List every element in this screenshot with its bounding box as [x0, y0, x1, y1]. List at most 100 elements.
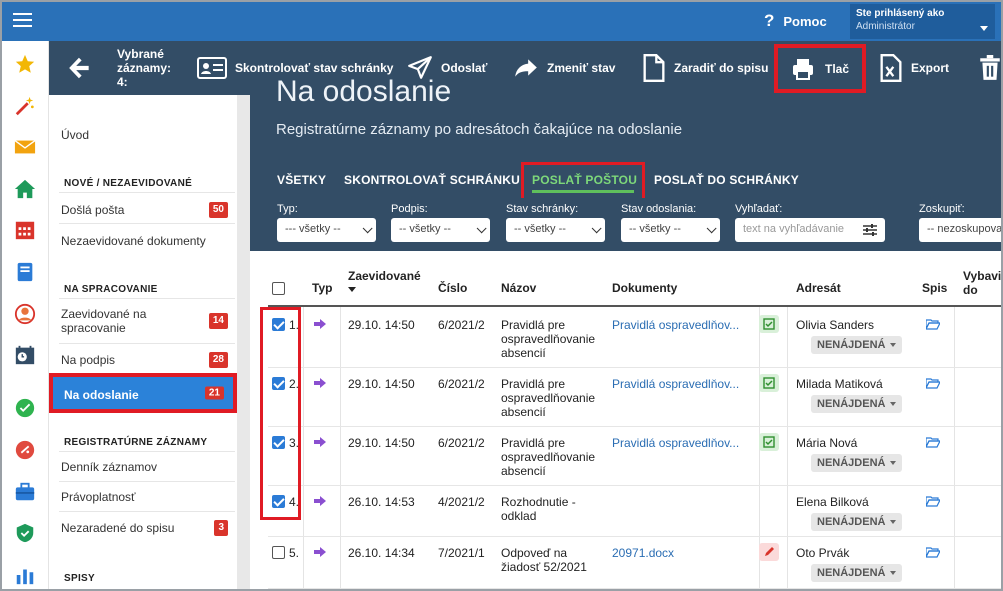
delete-button[interactable] — [979, 41, 1001, 95]
change-state-button[interactable]: Zmeniť stav — [513, 41, 615, 95]
sidebar-item-unfiled[interactable]: Nezaradené do spisu 3 — [61, 520, 233, 536]
chevron-down-icon — [890, 520, 897, 525]
table-row[interactable]: 3. 29.10. 14:50 6/2021/2 Pravidlá pre osprav… — [268, 427, 1001, 486]
header-label: Zaevidované — [348, 269, 421, 283]
stamp-icon[interactable] — [14, 439, 36, 461]
file-to-folder-button[interactable]: Zaradiť do spisu — [642, 41, 768, 95]
record-name[interactable]: Pravidlá pre ospravedlňovanie absencií — [501, 436, 595, 478]
folder-open-icon[interactable] — [926, 437, 940, 448]
folder-open-icon[interactable] — [926, 378, 940, 389]
selected-label: Vybrané — [117, 47, 164, 61]
sidebar-item-intro[interactable]: Úvod — [61, 128, 233, 142]
mailbox-status-dropdown[interactable]: NENÁJDENÁ — [811, 454, 903, 472]
star-icon[interactable] — [14, 53, 36, 75]
menu-icon[interactable] — [13, 12, 33, 28]
sidebar-item-unregistered[interactable]: Nezaevidované dokumenty — [61, 234, 233, 248]
filter-label: Zoskupiť: — [919, 203, 965, 215]
print-button[interactable]: Tlač — [774, 44, 866, 93]
sidebar-item-validity[interactable]: Právoplatnosť — [61, 490, 233, 504]
bar-chart-icon[interactable] — [14, 564, 36, 586]
chevron-down-icon — [591, 223, 602, 234]
filter-group: Zoskupiť: -- nezoskupovať -- — [919, 203, 1001, 242]
check-circle-icon[interactable] — [14, 397, 36, 419]
record-number[interactable]: 6/2021/2 — [438, 377, 485, 391]
export-button[interactable]: Export — [879, 41, 949, 95]
group-select[interactable]: -- nezoskupovať -- — [919, 218, 1001, 242]
column-header-file[interactable]: Spis — [922, 281, 947, 295]
magic-wand-icon[interactable] — [14, 95, 36, 117]
tab-check-mailbox[interactable]: SKONTROLOVAŤ SCHRÁNKU — [344, 173, 520, 187]
document-link[interactable]: Pravidlá ospravedlňov... — [612, 377, 739, 391]
user-icon[interactable] — [14, 303, 36, 325]
briefcase-icon[interactable] — [14, 481, 36, 503]
record-number[interactable]: 6/2021/2 — [438, 436, 485, 450]
home-icon[interactable] — [14, 178, 36, 200]
tab-send-by-post[interactable]: POSLAŤ POŠTOU — [521, 162, 645, 202]
column-header-documents[interactable]: Dokumenty — [612, 281, 677, 295]
column-header-addressee[interactable]: Adresát — [796, 281, 841, 295]
sidebar-item-incoming[interactable]: Došlá pošta 50 — [61, 202, 233, 218]
table-row[interactable]: 4. 26.10. 14:53 4/2021/2 Rozhodnutie - odkla… — [268, 486, 1001, 537]
record-number[interactable]: 6/2021/2 — [438, 318, 485, 332]
sidebar-item-to-send[interactable]: Na odoslanie 21 — [49, 373, 237, 413]
folder-open-icon[interactable] — [926, 496, 940, 507]
user-menu[interactable]: Ste prihlásený ako Administrátor — [850, 4, 995, 39]
document-link[interactable]: Pravidlá ospravedlňov... — [612, 436, 739, 450]
addressee-name[interactable]: Olivia Sanders — [796, 318, 874, 332]
table-row[interactable]: 1. 29.10. 14:50 6/2021/2 Pravidlá pre osprav… — [268, 309, 1001, 368]
search-input[interactable]: text na vyhľadávanie — [735, 218, 885, 242]
addressee-name[interactable]: Oto Prvák — [796, 546, 849, 560]
folder-open-icon[interactable] — [926, 547, 940, 558]
record-number[interactable]: 4/2021/2 — [438, 495, 485, 509]
signed-check-icon[interactable] — [759, 374, 779, 392]
record-name[interactable]: Pravidlá pre ospravedlňovanie absencií — [501, 318, 595, 360]
folder-open-icon[interactable] — [926, 319, 940, 330]
addressee-name[interactable]: Elena Bilková — [796, 495, 869, 509]
sidebar-item-journal[interactable]: Denník záznamov — [61, 460, 233, 474]
sidebar-scrollbar[interactable] — [237, 95, 250, 589]
sidebar-item-to-sign[interactable]: Na podpis 28 — [61, 352, 233, 368]
table-row[interactable]: 5. 26.10. 14:34 7/2021/1 Odpoveď na žiadosť … — [268, 537, 1001, 589]
edit-pen-icon[interactable] — [759, 543, 779, 561]
signed-check-icon[interactable] — [759, 433, 779, 451]
row-checkbox[interactable] — [272, 546, 285, 559]
table-row[interactable]: 2. 29.10. 14:50 6/2021/2 Pravidlá pre osprav… — [268, 368, 1001, 427]
column-header-registered[interactable]: Zaevidované — [348, 269, 421, 292]
record-name[interactable]: Pravidlá pre ospravedlňovanie absencií — [501, 377, 595, 419]
envelope-icon[interactable] — [14, 136, 36, 158]
mailbox-status-dropdown[interactable]: NENÁJDENÁ — [811, 564, 903, 582]
type-select[interactable]: --- všetky -- — [277, 218, 376, 242]
mailbox-status-dropdown[interactable]: NENÁJDENÁ — [811, 513, 903, 531]
select-all-checkbox[interactable] — [272, 282, 285, 295]
tab-send-to-mailbox[interactable]: POSLAŤ DO SCHRÁNKY — [654, 173, 799, 187]
calendar-icon[interactable] — [14, 219, 36, 241]
mailbox-state-select[interactable]: -- všetky -- — [506, 218, 605, 242]
document-link[interactable]: 20971.docx — [612, 546, 674, 560]
mailbox-status-dropdown[interactable]: NENÁJDENÁ — [811, 336, 903, 354]
back-button[interactable] — [67, 41, 93, 95]
signature-select[interactable]: -- všetky -- — [391, 218, 490, 242]
sidebar-item-label: Došlá pošta — [61, 203, 125, 217]
shield-icon[interactable] — [14, 522, 36, 544]
column-header-type[interactable]: Typ — [312, 281, 332, 295]
mailbox-status-dropdown[interactable]: NENÁJDENÁ — [811, 395, 903, 413]
addressee-name[interactable]: Milada Matiková — [796, 377, 883, 391]
column-header-name[interactable]: Názov — [501, 281, 536, 295]
record-name[interactable]: Rozhodnutie - odklad — [501, 495, 576, 523]
document-link[interactable]: Pravidlá ospravedlňov... — [612, 318, 739, 332]
notebook-icon[interactable] — [14, 261, 36, 283]
record-name[interactable]: Odpoveď na žiadosť 52/2021 — [501, 546, 587, 574]
schedule-icon[interactable] — [14, 344, 36, 366]
record-number[interactable]: 7/2021/1 — [438, 546, 485, 560]
column-header-number[interactable]: Číslo — [438, 281, 467, 295]
sidebar-item-label: Na odoslanie — [64, 388, 139, 402]
help-button[interactable]: ? Pomoc — [764, 11, 827, 31]
document-icon — [643, 54, 665, 82]
column-header-handled[interactable]: Vybaviť do — [963, 269, 1001, 297]
signed-check-icon[interactable] — [759, 315, 779, 333]
filter-label: Stav schránky: — [506, 203, 579, 215]
tab-all[interactable]: VŠETKY — [277, 173, 326, 187]
send-state-select[interactable]: -- všetky -- — [621, 218, 720, 242]
addressee-name[interactable]: Mária Nová — [796, 436, 857, 450]
sidebar-item-registered[interactable]: Zaevidované na spracovanie 14 — [61, 307, 233, 335]
